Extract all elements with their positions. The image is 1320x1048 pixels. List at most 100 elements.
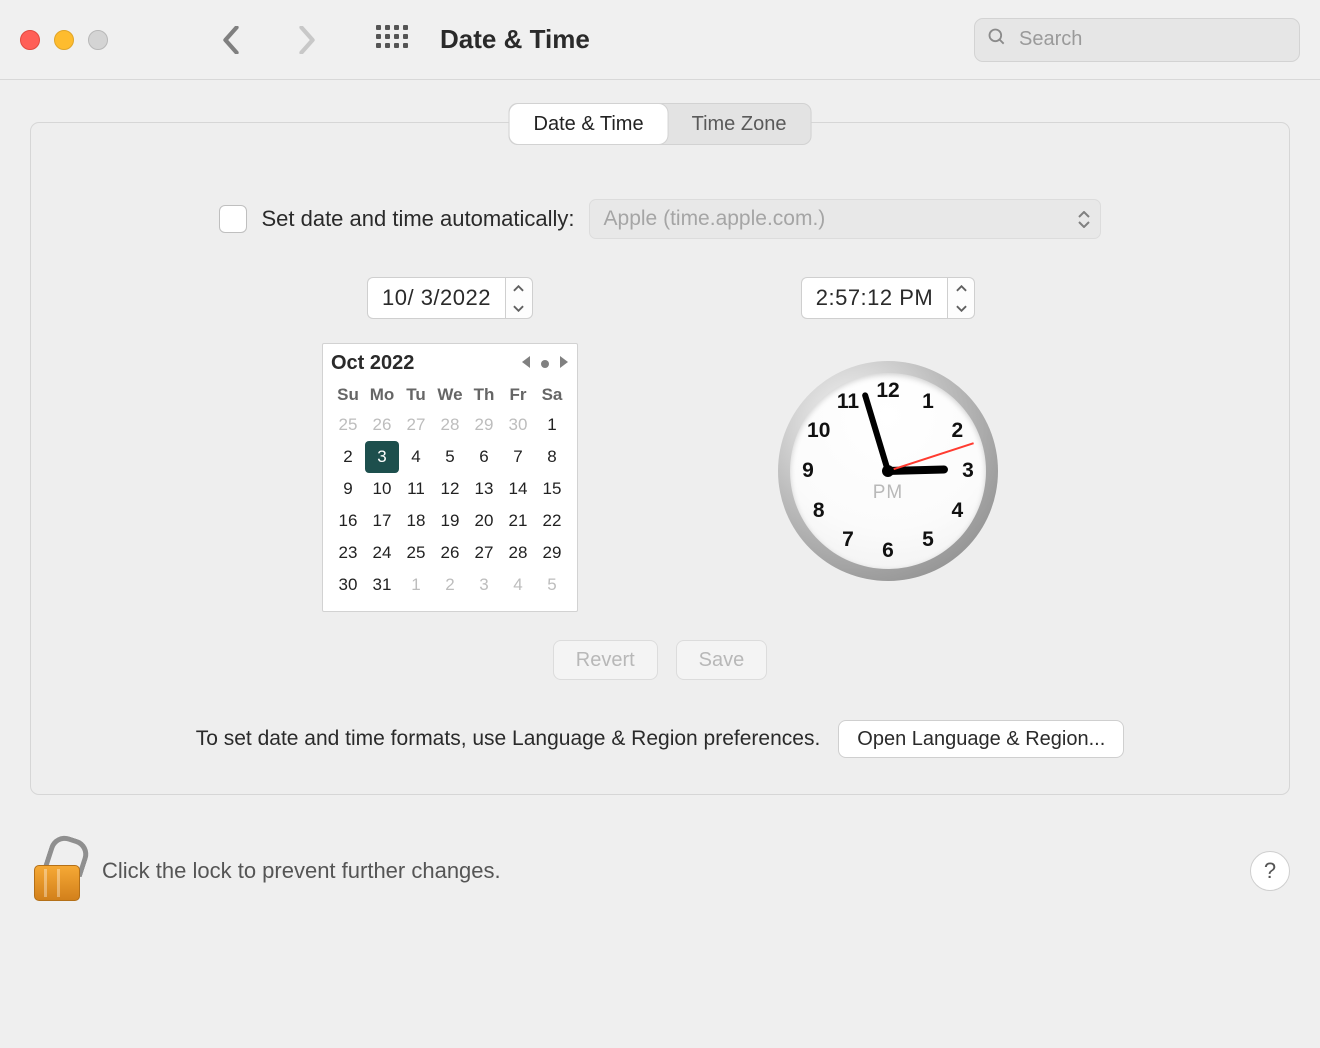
time-server-select[interactable]: Apple (time.apple.com.) [589,199,1101,239]
calendar-day[interactable]: 1 [399,569,433,601]
calendar-day[interactable]: 28 [433,409,467,441]
hint-text: To set date and time formats, use Langua… [196,727,821,751]
calendar-today-button[interactable] [541,360,549,368]
calendar-day[interactable]: 31 [365,569,399,601]
calendar-day[interactable]: 23 [331,537,365,569]
clock-numeral: 2 [951,419,963,443]
calendar-day[interactable]: 30 [501,409,535,441]
auto-time-checkbox[interactable] [219,205,247,233]
window-controls [20,30,108,50]
calendar-day[interactable]: 4 [501,569,535,601]
calendar-dow: Th [467,381,501,409]
calendar-day[interactable]: 29 [535,537,569,569]
calendar-day[interactable]: 12 [433,473,467,505]
time-stepper-up[interactable] [948,278,974,298]
close-window-button[interactable] [20,30,40,50]
nav-arrows [218,27,320,53]
time-stepper-buttons[interactable] [947,277,975,319]
calendar-day[interactable]: 7 [501,441,535,473]
lock-icon[interactable] [30,841,84,901]
search-input[interactable] [1017,27,1287,52]
action-buttons: Revert Save [31,640,1289,680]
open-language-region-button[interactable]: Open Language & Region... [838,720,1124,758]
calendar-day[interactable]: 2 [331,441,365,473]
date-stepper-buttons[interactable] [505,277,533,319]
calendar-day[interactable]: 19 [433,505,467,537]
calendar-next-month[interactable] [559,355,569,373]
date-stepper-down[interactable] [506,298,532,318]
clock-numeral: 6 [882,539,894,563]
calendar-dow: Fr [501,381,535,409]
calendar-day[interactable]: 2 [433,569,467,601]
clock-numeral: 3 [962,459,974,483]
calendar-day[interactable]: 17 [365,505,399,537]
date-stepper-value[interactable]: 10/ 3/2022 [367,277,505,319]
save-button[interactable]: Save [676,640,768,680]
calendar-day[interactable]: 3 [467,569,501,601]
calendar-day[interactable]: 25 [399,537,433,569]
time-stepper[interactable]: 2:57:12 PM [801,277,976,319]
time-stepper-value[interactable]: 2:57:12 PM [801,277,948,319]
calendar-dow: Sa [535,381,569,409]
calendar-day[interactable]: 5 [535,569,569,601]
calendar-day[interactable]: 24 [365,537,399,569]
lock-text: Click the lock to prevent further change… [102,858,501,884]
calendar-day[interactable]: 20 [467,505,501,537]
footer: Click the lock to prevent further change… [0,819,1320,901]
calendar-day[interactable]: 8 [535,441,569,473]
forward-button[interactable] [294,27,320,53]
calendar-day[interactable]: 11 [399,473,433,505]
tab-bar: Date & Time Time Zone [509,103,812,145]
revert-button[interactable]: Revert [553,640,658,680]
calendar-day[interactable]: 16 [331,505,365,537]
help-button[interactable]: ? [1250,851,1290,891]
calendar-day[interactable]: 1 [535,409,569,441]
analog-clock: 121234567891011 PM [778,361,998,581]
auto-time-label: Set date and time automatically: [261,206,574,232]
minimize-window-button[interactable] [54,30,74,50]
calendar-day[interactable]: 27 [399,409,433,441]
calendar-dow: Mo [365,381,399,409]
window-title: Date & Time [440,24,974,55]
calendar-day[interactable]: 10 [365,473,399,505]
calendar-grid: SuMoTuWeThFrSa25262728293012345678910111… [331,381,569,601]
calendar-dow: Su [331,381,365,409]
date-stepper-up[interactable] [506,278,532,298]
clock-ampm-label: PM [873,482,904,504]
calendar-day[interactable]: 15 [535,473,569,505]
calendar-day[interactable]: 26 [433,537,467,569]
calendar-day[interactable]: 21 [501,505,535,537]
calendar-dow: Tu [399,381,433,409]
time-stepper-down[interactable] [948,298,974,318]
clock-center-cap [882,465,894,477]
clock-numeral: 12 [876,379,899,403]
calendar-day[interactable]: 22 [535,505,569,537]
date-stepper[interactable]: 10/ 3/2022 [367,277,533,319]
calendar-day[interactable]: 5 [433,441,467,473]
calendar-day[interactable]: 9 [331,473,365,505]
clock-numeral: 7 [842,528,854,552]
zoom-window-button[interactable] [88,30,108,50]
calendar-day[interactable]: 25 [331,409,365,441]
calendar-day[interactable]: 6 [467,441,501,473]
calendar-day[interactable]: 29 [467,409,501,441]
clock-numeral: 11 [837,390,859,414]
calendar-day[interactable]: 27 [467,537,501,569]
calendar-day[interactable]: 14 [501,473,535,505]
calendar-day[interactable]: 13 [467,473,501,505]
search-field[interactable] [974,18,1300,62]
calendar-day[interactable]: 18 [399,505,433,537]
tab-date-time[interactable]: Date & Time [510,104,668,144]
tab-time-zone[interactable]: Time Zone [668,104,811,144]
calendar-day[interactable]: 30 [331,569,365,601]
calendar-day[interactable]: 28 [501,537,535,569]
back-button[interactable] [218,27,244,53]
calendar-day[interactable]: 3 [365,441,399,473]
calendar[interactable]: Oct 2022 SuMoTuWeThFrSa25262728293012345… [322,343,578,612]
calendar-day[interactable]: 26 [365,409,399,441]
main-panel: Date & Time Time Zone Set date and time … [30,122,1290,795]
calendar-day[interactable]: 4 [399,441,433,473]
calendar-prev-month[interactable] [521,355,531,373]
show-all-icon[interactable] [376,25,406,55]
clock-numeral: 10 [807,419,830,443]
